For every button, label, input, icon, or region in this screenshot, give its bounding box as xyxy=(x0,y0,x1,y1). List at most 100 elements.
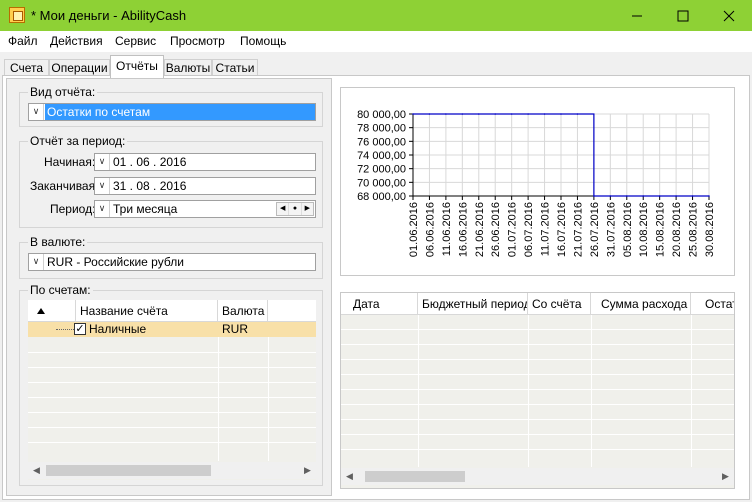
grid-line xyxy=(341,389,734,390)
accounts-grid: Название счёта Валюта ✓ Наличные RUR ◀ ▶ xyxy=(28,300,316,480)
previous-period-button[interactable]: ◀ xyxy=(277,203,290,215)
menu-bar: Файл Действия Сервис Просмотр Помощь xyxy=(0,31,752,52)
accounts-group: По счетам: Название счёта Валюта ✓ Налич… xyxy=(19,283,323,486)
grid-line xyxy=(341,434,734,435)
data-point xyxy=(691,195,694,197)
grid-line xyxy=(28,442,316,443)
tab-reports[interactable]: Отчёты xyxy=(110,55,164,78)
data-point xyxy=(445,113,447,115)
window-title: * Мои деньги - AbilityCash xyxy=(31,8,187,23)
x-tick-label: 11.07.2016 xyxy=(540,202,552,256)
grid-line xyxy=(341,329,734,330)
period-group-label: Отчёт за период: xyxy=(28,134,128,148)
start-date-picker[interactable]: ∨ 01 . 06 . 2016 xyxy=(94,153,316,171)
grid-line xyxy=(691,315,692,467)
x-tick-label: 31.07.2016 xyxy=(605,202,617,257)
scroll-left-icon[interactable]: ◀ xyxy=(28,462,45,479)
y-tick-label: 74 000,00 xyxy=(357,150,406,162)
data-point xyxy=(543,113,546,115)
column-from-account[interactable]: Со счёта xyxy=(528,293,591,315)
data-point xyxy=(658,195,661,197)
x-tick-label: 26.06.2016 xyxy=(490,202,502,257)
x-tick-label: 26.07.2016 xyxy=(589,202,601,257)
menu-file[interactable]: Файл xyxy=(8,34,38,48)
results-horizontal-scrollbar[interactable]: ◀ ▶ xyxy=(341,468,734,485)
period-select[interactable]: ∨ Три месяца ◀ ● ▶ xyxy=(94,200,316,218)
column-expense-amount[interactable]: Сумма расхода xyxy=(591,293,691,315)
data-point xyxy=(510,113,513,115)
chevron-down-icon: ∨ xyxy=(95,201,110,217)
chevron-down-icon: ∨ xyxy=(95,154,110,170)
chevron-down-icon: ∨ xyxy=(29,104,44,120)
x-tick-label: 16.07.2016 xyxy=(556,202,568,257)
x-tick-label: 06.07.2016 xyxy=(523,202,535,257)
data-point xyxy=(527,113,529,115)
x-tick-label: 01.07.2016 xyxy=(507,202,519,257)
data-point xyxy=(461,113,464,115)
grid-line xyxy=(341,374,734,375)
data-point xyxy=(477,113,480,115)
sort-ascending-icon xyxy=(37,308,45,314)
table-row[interactable]: ✓ Наличные RUR xyxy=(28,322,316,337)
x-tick-label: 11.06.2016 xyxy=(441,202,453,256)
report-chart: 68 000,00 70 000,00 72 000,00 74 000,00 76 0… xyxy=(340,87,735,276)
end-date-picker[interactable]: ∨ 31 . 08 . 2016 xyxy=(94,177,316,195)
x-tick-label: 20.08.2016 xyxy=(671,202,683,257)
column-currency[interactable]: Валюта xyxy=(218,300,268,322)
accounts-grid-header: Название счёта Валюта xyxy=(28,300,316,322)
x-tick-label: 21.06.2016 xyxy=(474,202,486,257)
current-period-button[interactable]: ● xyxy=(289,203,302,215)
scroll-left-icon[interactable]: ◀ xyxy=(341,468,358,485)
period-group: Отчёт за период: Начиная: ∨ 01 . 06 . 20… xyxy=(19,134,323,228)
y-tick-label: 76 000,00 xyxy=(357,136,406,148)
data-point xyxy=(708,195,710,197)
accounts-horizontal-scrollbar[interactable]: ◀ ▶ xyxy=(28,462,316,479)
column-budget-period[interactable]: Бюджетный период xyxy=(418,293,528,315)
x-tick-label: 06.06.2016 xyxy=(424,202,436,257)
scroll-right-icon[interactable]: ▶ xyxy=(299,462,316,479)
x-tick-label: 01.06.2016 xyxy=(408,202,420,257)
chevron-down-icon: ∨ xyxy=(95,178,110,194)
grid-line xyxy=(341,419,734,420)
report-settings-pane: Вид отчёта: ∨ Остатки по счетам Отчёт за… xyxy=(6,78,332,496)
y-tick-label: 68 000,00 xyxy=(357,191,406,203)
scroll-right-icon[interactable]: ▶ xyxy=(717,468,734,485)
column-account-name[interactable]: Название счёта xyxy=(76,300,218,322)
y-tick-label: 70 000,00 xyxy=(357,177,406,189)
menu-actions[interactable]: Действия xyxy=(50,34,103,48)
data-point xyxy=(642,195,645,197)
report-type-select[interactable]: ∨ Остатки по счетам xyxy=(28,103,316,121)
grid-line xyxy=(341,449,734,450)
account-name-cell: Наличные xyxy=(89,322,147,336)
chevron-down-icon: ∨ xyxy=(29,254,44,270)
data-point xyxy=(675,195,677,197)
x-tick-label: 16.06.2016 xyxy=(457,202,469,257)
data-point xyxy=(428,113,431,115)
period-label: Период: xyxy=(50,202,96,216)
grid-line xyxy=(341,404,734,405)
data-point xyxy=(625,195,628,197)
menu-service[interactable]: Сервис xyxy=(115,34,156,48)
scrollbar-thumb[interactable] xyxy=(46,465,211,476)
currency-label: В валюте: xyxy=(28,235,88,249)
period-navigator: ◀ ● ▶ xyxy=(276,202,314,216)
menu-help[interactable]: Помощь xyxy=(240,34,286,48)
column-balance[interactable]: Остат xyxy=(691,293,734,315)
grid-line xyxy=(341,344,734,345)
column-date[interactable]: Дата xyxy=(341,293,418,315)
grid-line xyxy=(28,382,316,383)
close-button[interactable] xyxy=(706,0,752,31)
menu-view[interactable]: Просмотр xyxy=(170,34,225,48)
scrollbar-thumb[interactable] xyxy=(365,471,465,482)
next-period-button[interactable]: ▶ xyxy=(301,203,313,215)
maximize-button[interactable] xyxy=(660,0,706,31)
app-icon xyxy=(9,7,25,23)
account-checkbox[interactable]: ✓ xyxy=(74,323,86,335)
results-grid-container: Дата Бюджетный период Со счёта Сумма рас… xyxy=(340,292,735,489)
currency-select[interactable]: ∨ RUR - Российские рубли xyxy=(28,253,316,271)
sort-column[interactable] xyxy=(28,300,76,322)
title-bar: * Мои деньги - AbilityCash xyxy=(0,0,752,31)
minimize-button[interactable] xyxy=(614,0,660,31)
data-point xyxy=(593,195,595,197)
maximize-icon xyxy=(677,10,689,21)
